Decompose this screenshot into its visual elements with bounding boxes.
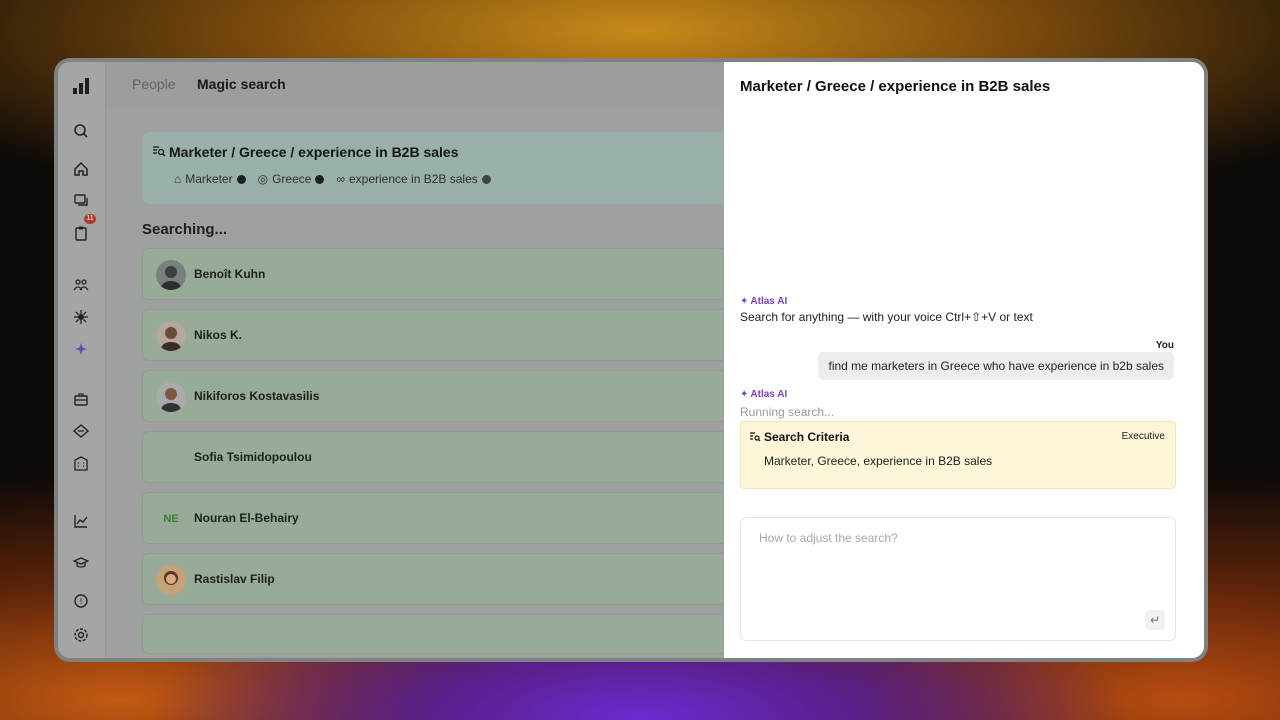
avatar-initials: NE	[163, 513, 179, 525]
network-icon[interactable]	[70, 306, 92, 328]
person-name: Nikiforos Kostavasilis	[194, 389, 320, 403]
chip-status-dot	[315, 174, 325, 184]
person-row[interactable]: Benoît Kuhn	[142, 248, 742, 300]
chip-label: experience in B2B sales	[349, 172, 478, 186]
analytics-icon[interactable]	[70, 510, 92, 532]
enter-icon[interactable]: ↵	[1145, 610, 1165, 630]
graduation-icon[interactable]	[70, 552, 92, 574]
tab-magic-search[interactable]: Magic search	[197, 76, 286, 92]
main-app: 11 ! People Magic search Marketer / Gree…	[58, 62, 742, 658]
person-row[interactable]: NE Nouran El-Behairy	[142, 492, 742, 544]
person-name: Nouran El-Behairy	[194, 511, 299, 525]
app-window: 11 ! People Magic search Marketer / Gree…	[54, 58, 1208, 662]
sparkle-icon[interactable]	[70, 338, 92, 360]
person-name: Nikos K.	[194, 328, 243, 342]
team-icon[interactable]	[70, 274, 92, 296]
criteria-title: Search Criteria	[764, 430, 850, 444]
sparkle-icon: ✦	[740, 296, 749, 307]
person-name: Sofia Tsimidopoulou	[194, 450, 312, 464]
person-name: Benoît Kuhn	[194, 267, 266, 281]
search-icon[interactable]	[70, 120, 92, 142]
logo-icon[interactable]	[71, 76, 91, 96]
input-placeholder: How to adjust the search?	[759, 531, 898, 545]
chip-loading-dot	[481, 174, 491, 184]
ai-side-panel: Marketer / Greece / experience in B2B sa…	[724, 62, 1204, 658]
clipboard-icon[interactable]	[70, 222, 92, 244]
criteria-seniority-tag: Executive	[1121, 431, 1165, 442]
searching-status: Searching...	[142, 221, 228, 238]
ai-name: Atlas AI	[750, 389, 788, 400]
chip-label: Greece	[272, 172, 312, 186]
person-row[interactable]: Sofia Tsimidopoulou	[142, 431, 742, 483]
avatar	[156, 321, 186, 351]
location-icon: ◎	[257, 172, 269, 186]
home-icon[interactable]	[70, 158, 92, 180]
avatar	[156, 565, 186, 595]
criteria-chips: ⌂ Marketer ◎ Greece ∞ experience in B2B …	[174, 172, 491, 186]
help-icon[interactable]: !	[70, 590, 92, 612]
person-row[interactable]: Nikiforos Kostavasilis	[142, 370, 742, 422]
search-list-icon	[153, 146, 166, 157]
ai-name: Atlas AI	[750, 296, 788, 307]
avatar	[156, 260, 186, 290]
handshake-icon[interactable]	[70, 420, 92, 442]
settings-icon[interactable]	[70, 624, 92, 646]
user-label: You	[1155, 340, 1174, 351]
person-row[interactable]: Nikos K.	[142, 309, 742, 361]
ai-label: ✦ Atlas AI	[740, 296, 787, 307]
briefcase-icon: ⌂	[174, 172, 182, 186]
chip-status-dot	[236, 174, 246, 184]
infinity-icon: ∞	[336, 172, 345, 186]
ai-intro-message: Search for anything — with your voice Ct…	[740, 310, 1033, 324]
running-status: Running search...	[740, 405, 835, 419]
ai-label: ✦ Atlas AI	[740, 389, 787, 400]
messages-icon[interactable]	[70, 190, 92, 212]
tab-people[interactable]: People	[132, 76, 176, 92]
svg-text:!: !	[79, 597, 82, 606]
notification-badge: 11	[84, 214, 96, 224]
query-card: Marketer / Greece / experience in B2B sa…	[142, 132, 742, 204]
person-row[interactable]	[142, 614, 742, 654]
chip-label: Marketer	[185, 172, 233, 186]
chip-role[interactable]: ⌂ Marketer	[174, 172, 246, 186]
search-criteria-card[interactable]: Search Criteria Executive Marketer, Gree…	[740, 421, 1176, 489]
person-name: Rastislav Filip	[194, 572, 275, 586]
avatar	[156, 382, 186, 412]
briefcase-icon[interactable]	[70, 388, 92, 410]
chip-experience[interactable]: ∞ experience in B2B sales	[336, 172, 491, 186]
top-nav: People Magic search	[106, 62, 724, 106]
query-title: Marketer / Greece / experience in B2B sa…	[169, 144, 459, 160]
adjust-search-input[interactable]: How to adjust the search? ↵	[740, 517, 1176, 641]
panel-title: Marketer / Greece / experience in B2B sa…	[740, 78, 1051, 95]
building-icon[interactable]	[70, 452, 92, 474]
chip-location[interactable]: ◎ Greece	[258, 172, 325, 186]
criteria-body: Marketer, Greece, experience in B2B sale…	[764, 454, 993, 468]
search-results-area: Marketer / Greece / experience in B2B sa…	[106, 106, 742, 658]
user-message: find me marketers in Greece who have exp…	[818, 352, 1174, 380]
person-row[interactable]: Rastislav Filip	[142, 553, 742, 605]
sparkle-icon: ✦	[740, 389, 749, 400]
search-list-icon	[750, 432, 761, 442]
sidebar: 11 !	[58, 62, 106, 658]
